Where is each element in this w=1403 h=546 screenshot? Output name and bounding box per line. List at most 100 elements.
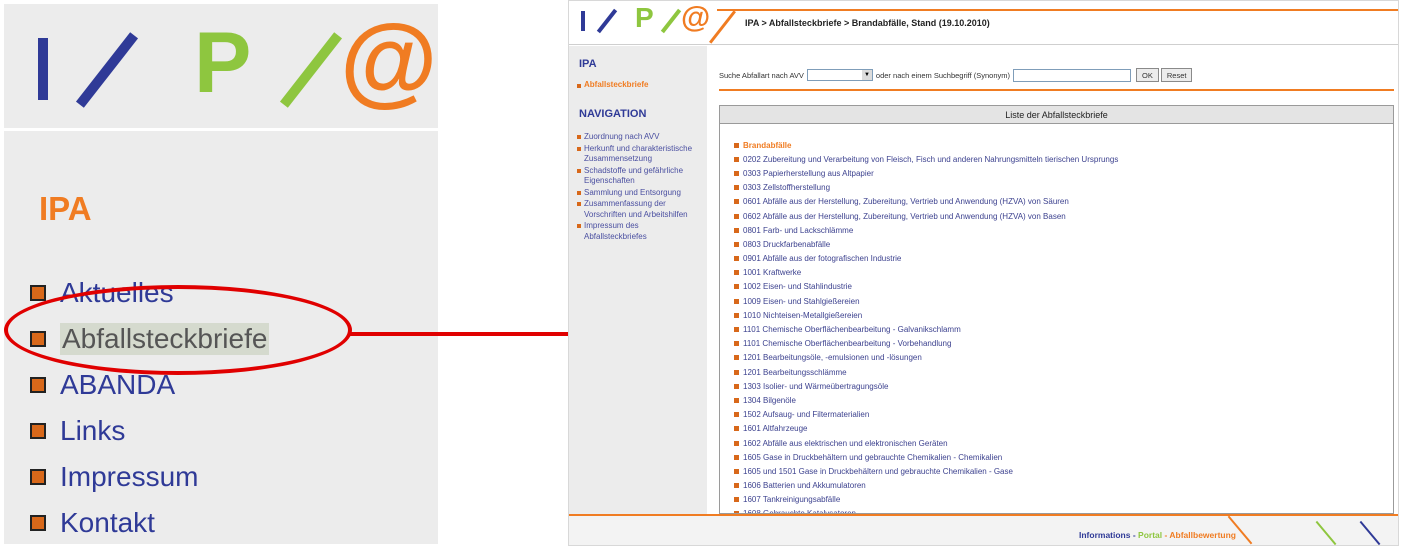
list-item[interactable]: 0803 Druckfarbenabfälle xyxy=(734,237,1393,251)
sidebar-nav-item[interactable]: Zusammenfassung der Vorschriften und Arb… xyxy=(577,199,703,220)
bullet-icon xyxy=(734,369,739,375)
list-item[interactable]: 1606 Batterien und Akkumulatoren xyxy=(734,479,1393,493)
list-item-label: 0303 Papierherstellung aus Altpapier xyxy=(743,168,874,178)
bullet-icon xyxy=(30,469,46,485)
bullet-icon xyxy=(30,423,46,439)
chevron-down-icon[interactable]: ▼ xyxy=(861,70,872,80)
list-item-label: 1201 Bearbeitungsöle, -emulsionen und -l… xyxy=(743,353,922,363)
sidebar-nav-item[interactable]: Schadstoffe und gefährliche Eigenschafte… xyxy=(577,166,703,187)
list-item[interactable]: 0601 Abfälle aus der Herstellung, Zubere… xyxy=(734,195,1393,209)
zoom-nav-item-impressum[interactable]: Impressum xyxy=(30,454,269,500)
bullet-icon xyxy=(734,270,739,276)
logo-slash-orange xyxy=(709,10,736,44)
list-item-label: 1201 Bearbeitungsschlämme xyxy=(743,367,847,377)
list-item-label: 1101 Chemische Oberflächenbearbeitung - … xyxy=(743,325,961,335)
list-item[interactable]: 1602 Abfälle aus elektrischen und elektr… xyxy=(734,436,1393,450)
list-item-label: 0803 Druckfarbenabfälle xyxy=(743,239,831,249)
list-item[interactable]: 0801 Farb- und Lackschlämme xyxy=(734,223,1393,237)
list-item-label: 1607 Tankreinigungsabfälle xyxy=(743,495,841,505)
bullet-icon xyxy=(734,412,739,418)
list-item-label: 0202 Zubereitung und Verarbeitung von Fl… xyxy=(743,154,1119,164)
bullet-icon xyxy=(30,515,46,531)
list-item[interactable]: 1010 Nichteisen-Metallgießereien xyxy=(734,308,1393,322)
bullet-icon xyxy=(734,199,739,205)
list-item[interactable]: 1303 Isolier- und Wärmeübertragungsöle xyxy=(734,379,1393,393)
sidebar-nav-item[interactable]: Impressum des Abfallsteckbriefes xyxy=(577,221,703,242)
bullet-icon xyxy=(734,185,739,191)
logo-letter-p: P xyxy=(194,15,252,111)
list-item[interactable]: 1605 und 1501 Gase in Druckbehältern und… xyxy=(734,464,1393,478)
bullet-icon xyxy=(577,168,581,173)
logo-slash-green xyxy=(660,8,682,34)
list-item[interactable]: 1009 Eisen- und Stahlgießereien xyxy=(734,294,1393,308)
list-item[interactable]: 1201 Bearbeitungsschlämme xyxy=(734,365,1393,379)
sidebar-title: IPA xyxy=(579,58,597,70)
ipa-logo-zoomed: P @ xyxy=(4,4,438,131)
list-item[interactable]: 1502 Aufsaug- und Filtermaterialien xyxy=(734,408,1393,422)
list-item[interactable]: 1605 Gase in Druckbehältern und gebrauch… xyxy=(734,450,1393,464)
sidebar-nav-item[interactable]: Sammlung und Entsorgung xyxy=(577,188,703,199)
bullet-icon xyxy=(577,190,581,195)
list-item[interactable]: 1601 Altfahrzeuge xyxy=(734,422,1393,436)
list-item[interactable]: 0901 Abfälle aus der fotografischen Indu… xyxy=(734,252,1393,266)
list-item[interactable]: 0202 Zubereitung und Verarbeitung von Fl… xyxy=(734,152,1393,166)
page-footer: Informations - Portal - Abfallbewertung xyxy=(569,514,1398,545)
list-item[interactable]: Brandabfälle xyxy=(734,138,1393,152)
list-item[interactable]: 0303 Papierherstellung aus Altpapier xyxy=(734,166,1393,180)
list-item[interactable]: 1101 Chemische Oberflächenbearbeitung - … xyxy=(734,337,1393,351)
sidebar-item-abfallsteckbriefe[interactable]: Abfallsteckbriefe xyxy=(577,80,648,89)
list-item-label: Brandabfälle xyxy=(743,140,792,150)
list-item[interactable]: 1101 Chemische Oberflächenbearbeitung - … xyxy=(734,322,1393,336)
list-item[interactable]: 1607 Tankreinigungsabfälle xyxy=(734,493,1393,507)
sidebar: IPA Abfallsteckbriefe NAVIGATION Zuordnu… xyxy=(569,46,707,514)
list-item[interactable]: 1304 Bilgenöle xyxy=(734,393,1393,407)
list-item[interactable]: 1001 Kraftwerke xyxy=(734,266,1393,280)
synonym-search-input[interactable] xyxy=(1013,68,1132,82)
search-divider xyxy=(719,89,1394,91)
bullet-icon xyxy=(734,426,739,432)
zoomed-navigation-panel: P @ IPA Aktuelles Abfallsteckbriefe ABAN… xyxy=(4,4,438,544)
ok-button[interactable]: OK xyxy=(1136,68,1159,82)
bullet-icon xyxy=(734,327,739,333)
list-item-label: 1101 Chemische Oberflächenbearbeitung - … xyxy=(743,339,952,349)
bullet-icon xyxy=(577,84,581,88)
list-item-label: 0801 Farb- und Lackschlämme xyxy=(743,225,854,235)
bullet-icon xyxy=(30,377,46,393)
footer-separator: - xyxy=(1130,530,1139,540)
bullet-icon xyxy=(734,227,739,233)
bullet-icon xyxy=(577,135,581,139)
footer-slash-green xyxy=(1315,520,1337,545)
footer-link-abfallbewertung[interactable]: Abfallbewertung xyxy=(1169,530,1236,540)
bullet-icon xyxy=(734,454,739,460)
list-item[interactable]: 0602 Abfälle aus der Herstellung, Zubere… xyxy=(734,209,1393,223)
footer-link-informations[interactable]: Informations xyxy=(1079,530,1130,540)
list-item[interactable]: 1608 Gebrauchte Katalysatoren xyxy=(734,507,1393,513)
list-item[interactable]: 1201 Bearbeitungsöle, -emulsionen und -l… xyxy=(734,351,1393,365)
bullet-icon xyxy=(30,285,46,301)
bullet-icon xyxy=(734,284,739,290)
logo-bar-i xyxy=(581,11,585,31)
page-header: P @ IPA > Abfallsteckbriefe > Brandabfäl… xyxy=(569,1,1398,45)
bullet-icon xyxy=(734,213,739,219)
sidebar-nav-item[interactable]: Zuordnung nach AVV xyxy=(577,132,703,143)
list-item-label: 0601 Abfälle aus der Herstellung, Zubere… xyxy=(743,197,1069,207)
avv-search-label: Suche Abfallart nach AVV xyxy=(719,70,804,80)
bullet-icon xyxy=(577,224,581,228)
list-item-label: 1002 Eisen- und Stahlindustrie xyxy=(743,282,852,292)
bullet-icon xyxy=(734,241,739,247)
list-item-label: 0303 Zellstoffherstellung xyxy=(743,183,831,193)
list-item-label: 1605 und 1501 Gase in Druckbehältern und… xyxy=(743,466,1013,476)
zoom-nav-item-links[interactable]: Links xyxy=(30,408,269,454)
bullet-icon xyxy=(734,440,739,446)
reset-button[interactable]: Reset xyxy=(1160,68,1193,82)
sidebar-nav-item[interactable]: Herkunft und charakteristische Zusammens… xyxy=(577,144,703,165)
synonym-search-label: oder nach einem Suchbegriff (Synonym) xyxy=(875,70,1011,80)
list-item-label: 1502 Aufsaug- und Filtermaterialien xyxy=(743,410,870,420)
breadcrumb: IPA > Abfallsteckbriefe > Brandabfälle, … xyxy=(745,18,990,28)
list-item[interactable]: 1002 Eisen- und Stahlindustrie xyxy=(734,280,1393,294)
avv-select[interactable]: ▼ xyxy=(806,69,873,81)
zoom-nav-item-kontakt[interactable]: Kontakt xyxy=(30,500,269,544)
list-item[interactable]: 0303 Zellstoffherstellung xyxy=(734,181,1393,195)
list-item-label: 0901 Abfälle aus der fotografischen Indu… xyxy=(743,254,902,264)
footer-link-portal[interactable]: Portal xyxy=(1138,530,1162,540)
